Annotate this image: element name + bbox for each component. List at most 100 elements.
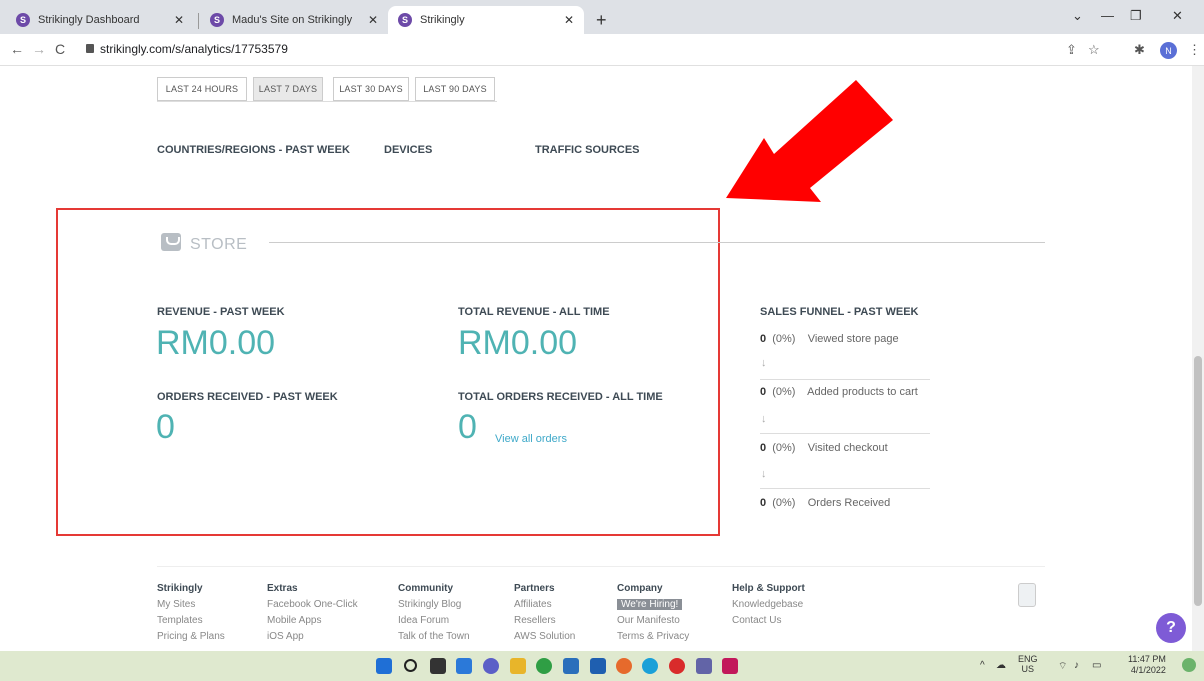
language-code: ENG [1018,654,1038,664]
footer-link[interactable]: Mobile Apps [267,613,358,629]
volume-icon[interactable]: ♪ [1074,660,1079,671]
tab-search-icon[interactable]: ⌄ [1072,8,1083,24]
close-window-button[interactable]: ✕ [1172,8,1183,24]
close-icon[interactable]: ✕ [174,13,184,27]
tab-label: Madu's Site on Strikingly [232,14,353,26]
app-icon[interactable] [722,658,738,674]
range-last-90-days[interactable]: LAST 90 DAYS [415,77,495,101]
funnel-step: 0 (0%) Viewed store page [760,333,930,345]
footer-link[interactable]: Talk of the Town [398,629,470,645]
footer-link[interactable]: Knowledgebase [732,597,805,613]
funnel-percent: (0%) [772,386,796,398]
tab-label: Strikingly Dashboard [38,14,140,26]
scrollbar-thumb[interactable] [1194,356,1202,606]
footer-link[interactable]: Idea Forum [398,613,470,629]
funnel-divider [760,488,930,489]
funnel-percent: (0%) [772,442,796,454]
footer-column-community: Community Strikingly Blog Idea Forum Tal… [398,581,470,645]
footer-heading: Extras [267,583,298,594]
range-last-7-days[interactable]: LAST 7 DAYS [253,77,323,101]
footer-link[interactable]: Our Manifesto [617,613,689,629]
menu-icon[interactable]: ⋮ [1188,42,1201,58]
funnel-percent: (0%) [772,497,796,509]
range-last-30-days[interactable]: LAST 30 DAYS [333,77,409,101]
view-all-orders-link[interactable]: View all orders [495,433,567,445]
firefox-icon[interactable] [616,658,632,674]
store-heading: STORE [190,236,248,253]
footer-link[interactable]: My Sites [157,597,225,613]
chrome-icon[interactable] [536,658,552,674]
funnel-divider [760,433,930,434]
tab-strikingly[interactable]: S Strikingly ✕ [388,6,584,34]
tab-strikingly-dashboard[interactable]: S Strikingly Dashboard ✕ [6,6,194,34]
close-icon[interactable]: ✕ [564,13,574,27]
footer-heading: Community [398,583,453,594]
maximize-button[interactable]: ❐ [1130,8,1142,24]
tray-overflow-icon[interactable]: ^ [980,660,985,671]
sales-funnel-heading: SALES FUNNEL - PAST WEEK [760,306,919,318]
opera-icon[interactable] [669,658,685,674]
hiring-badge-link[interactable]: We're Hiring! [617,599,683,610]
windows-taskbar: ^ ☁ ENG US ⌔ ♪ ▭ 11:47 PM 4/1/2022 [0,651,1204,681]
funnel-down-arrow-icon: ↓ [761,357,767,369]
wifi-icon[interactable]: ⌔ [1058,660,1067,673]
footer-link[interactable]: Terms & Privacy [617,629,689,645]
footer-link[interactable]: Strikingly Blog [398,597,470,613]
close-icon[interactable]: ✕ [368,13,378,27]
lock-icon [86,44,94,53]
page-scrollbar[interactable] [1192,66,1204,651]
profile-avatar[interactable]: N [1160,42,1177,59]
forward-icon[interactable]: → [32,41,46,57]
orders-week-label: ORDERS RECEIVED - PAST WEEK [157,391,338,403]
new-tab-button[interactable]: + [596,10,607,31]
extensions-icon[interactable]: ✱ [1134,42,1145,58]
funnel-count: 0 [760,497,767,509]
footer-link[interactable]: Affiliates [514,597,575,613]
footer-link[interactable]: Resellers [514,613,575,629]
search-icon[interactable] [404,659,417,672]
clock[interactable]: 11:47 PM 4/1/2022 [1128,654,1166,676]
help-button[interactable]: ? [1156,613,1186,643]
teams-icon[interactable] [696,658,712,674]
widgets-icon[interactable] [456,658,472,674]
red-arrow-annotation [726,80,893,202]
footer-link[interactable]: iOS App [267,629,358,645]
address-bar[interactable]: strikingly.com/s/analytics/17753579 [100,42,288,56]
funnel-count: 0 [760,386,767,398]
start-icon[interactable] [376,658,392,674]
battery-icon[interactable]: ▭ [1092,660,1101,671]
footer-link[interactable]: AWS Solution [514,629,575,645]
edge-icon[interactable] [642,658,658,674]
tab-madus-site[interactable]: S Madu's Site on Strikingly ✕ [200,6,388,34]
minimize-button[interactable]: — [1101,8,1114,23]
back-icon[interactable]: ← [10,41,24,57]
footer-link[interactable]: Facebook One-Click [267,597,358,613]
store-icon[interactable] [563,658,579,674]
task-view-icon[interactable] [430,658,446,674]
reload-icon[interactable]: C [55,41,65,57]
revenue-week-label: REVENUE - PAST WEEK [157,306,285,318]
store-bag-icon [161,233,181,251]
region-code: US [1021,664,1035,674]
file-explorer-icon[interactable] [510,658,526,674]
funnel-divider [760,379,930,380]
browser-tab-bar: S Strikingly Dashboard ✕ S Madu's Site o… [0,0,1204,34]
notification-icon[interactable] [1182,658,1196,672]
language-indicator[interactable]: ENG US [1018,654,1038,674]
footer-link[interactable]: Pricing & Plans [157,629,225,645]
footer-link[interactable]: Contact Us [732,613,805,629]
funnel-step-label: Viewed store page [807,333,899,345]
footer-link[interactable]: Templates [157,613,225,629]
chat-icon[interactable] [483,658,499,674]
funnel-down-arrow-icon: ↓ [761,468,767,480]
highlight-box [56,208,720,536]
range-last-24-hours[interactable]: LAST 24 HOURS [157,77,247,101]
mail-icon[interactable] [590,658,606,674]
footer-heading: Partners [514,583,555,594]
funnel-step-label: Added products to cart [807,386,918,398]
funnel-step: 0 (0%) Added products to cart [760,386,930,398]
footer-column-partners: Partners Affiliates Resellers AWS Soluti… [514,581,575,645]
share-icon[interactable]: ⇪ [1066,42,1077,58]
bookmark-star-icon[interactable]: ☆ [1088,42,1100,58]
weather-icon[interactable]: ☁ [996,660,1006,671]
